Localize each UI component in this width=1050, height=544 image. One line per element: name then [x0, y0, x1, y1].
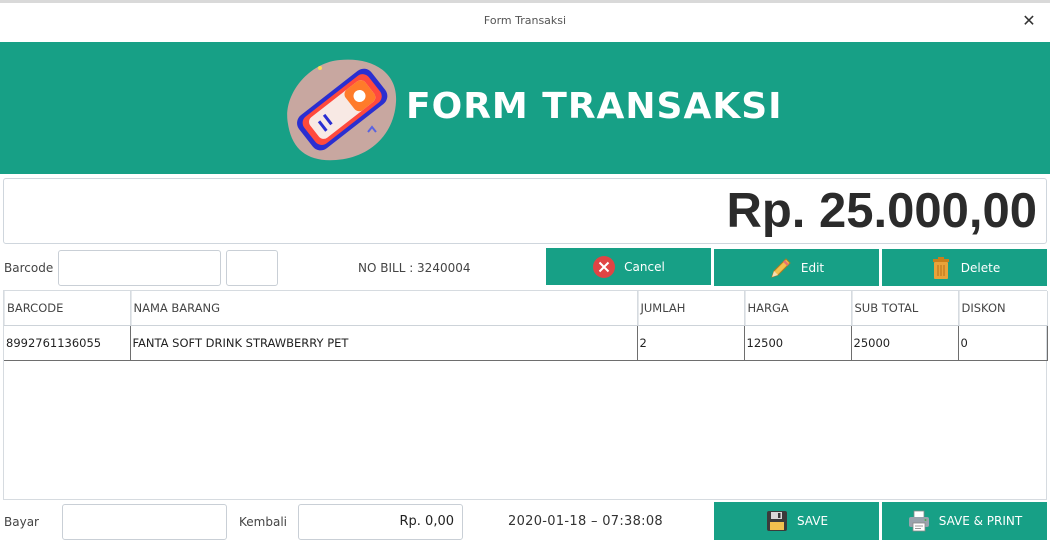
barcode-label: Barcode — [4, 261, 54, 275]
cancel-button[interactable]: Cancel — [546, 248, 711, 285]
header-banner: FORM TRANSAKSI — [0, 42, 1050, 174]
column-header-barcode[interactable]: BARCODE — [4, 291, 131, 326]
cancel-button-label: Cancel — [624, 259, 665, 274]
save-button[interactable]: SAVE — [714, 502, 879, 540]
barcode-input[interactable] — [58, 250, 221, 286]
banner-heading: FORM TRANSAKSI — [406, 86, 783, 127]
floppy-disk-icon — [766, 511, 787, 531]
cell-sub-total: 25000 — [851, 324, 959, 361]
kembali-field: Rp. 0,00 — [298, 504, 463, 540]
delete-button-label: Delete — [960, 260, 1001, 275]
edit-button-label: Edit — [800, 260, 825, 275]
bayar-input[interactable] — [62, 504, 227, 540]
datetime-display: 2020-01-18 – 07:38:08 — [508, 514, 663, 529]
window-title: Form Transaksi — [483, 14, 567, 27]
printer-icon — [908, 510, 929, 532]
save-print-button-label: SAVE & PRINT — [938, 514, 1023, 528]
column-header-jumlah[interactable]: JUMLAH — [637, 291, 745, 326]
cell-barcode: 8992761136055 — [4, 324, 131, 361]
save-print-button[interactable]: SAVE & PRINT — [882, 502, 1047, 540]
kembali-label: Kembali — [239, 515, 287, 529]
transaction-table[interactable]: BARCODE NAMA BARANG JUMLAH HARGA SUB TOT… — [3, 290, 1048, 500]
game-controller-logo-icon — [287, 59, 397, 161]
cancel-icon — [593, 255, 616, 278]
column-header-sub-total[interactable]: SUB TOTAL — [851, 291, 959, 326]
column-header-diskon[interactable]: DISKON — [958, 291, 1048, 326]
table-header-row: BARCODE NAMA BARANG JUMLAH HARGA SUB TOT… — [4, 291, 1048, 326]
table-row[interactable]: 8992761136055 FANTA SOFT DRINK STRAWBERR… — [4, 324, 1048, 361]
edit-button[interactable]: Edit — [714, 249, 879, 286]
column-header-harga[interactable]: HARGA — [744, 291, 852, 326]
bayar-label: Bayar — [4, 515, 39, 529]
pencil-icon — [771, 257, 791, 278]
close-icon[interactable]: ✕ — [1020, 12, 1038, 30]
column-header-nama-barang[interactable]: NAMA BARANG — [130, 291, 638, 326]
quantity-input[interactable] — [226, 250, 278, 286]
window-titlebar: Form Transaksi ✕ — [0, 3, 1050, 42]
grand-total-display: Rp. 25.000,00 — [3, 178, 1047, 244]
cell-harga: 12500 — [744, 324, 852, 361]
cell-nama-barang: FANTA SOFT DRINK STRAWBERRY PET — [130, 324, 638, 361]
cell-jumlah: 2 — [637, 324, 745, 361]
save-button-label: SAVE — [796, 514, 829, 528]
grand-total-amount: Rp. 25.000,00 — [726, 184, 1037, 238]
trash-icon — [932, 256, 949, 279]
bill-number: NO BILL : 3240004 — [358, 261, 471, 275]
cell-diskon: 0 — [958, 324, 1048, 361]
delete-button[interactable]: Delete — [882, 249, 1047, 286]
